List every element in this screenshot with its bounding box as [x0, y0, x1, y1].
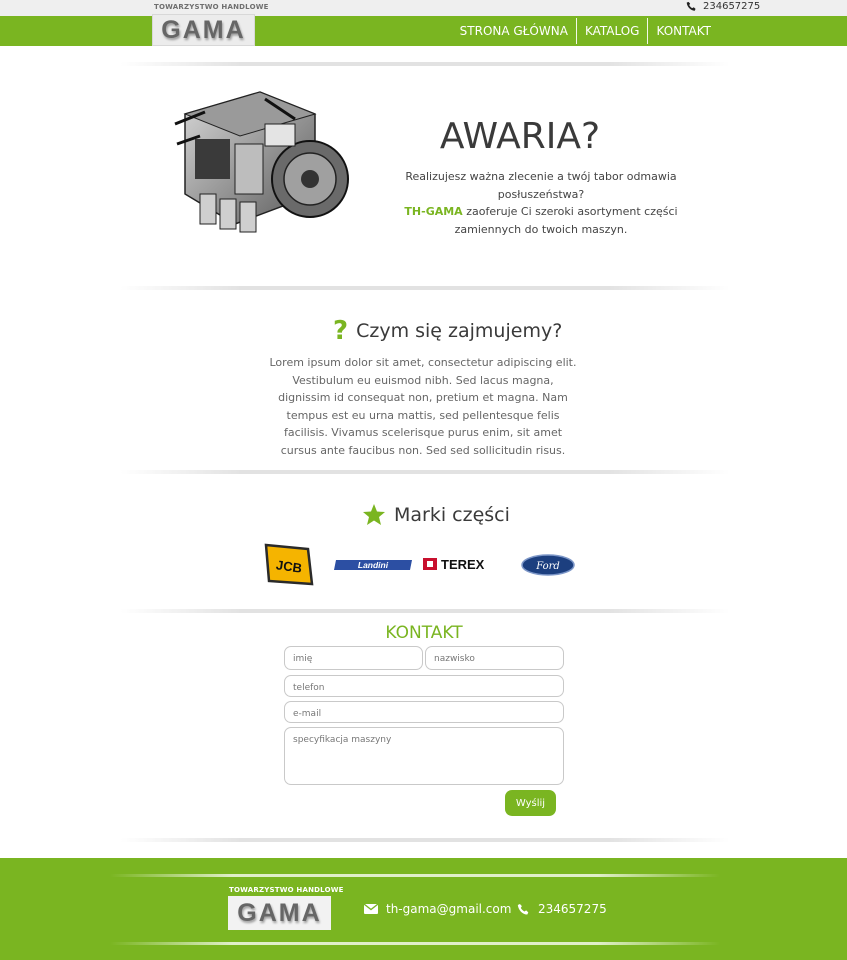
hero-text: Realizujesz ważna zlecenie a twój tabor …: [383, 168, 699, 238]
about-heading: ? Czym się zajmujemy?: [333, 318, 562, 344]
footer-logo[interactable]: TOWARZYSTWO HANDLOWE GAMA: [228, 886, 343, 930]
brands-heading: Marki części: [362, 503, 510, 526]
menu-item-contact[interactable]: KONTAKT: [648, 18, 719, 44]
logo-box: GAMA: [152, 14, 255, 46]
top-bar: 234657275: [0, 0, 847, 16]
brand-text-terex: TEREX: [441, 557, 485, 572]
footer-phone[interactable]: 234657275: [517, 902, 607, 916]
section-divider: [120, 286, 730, 290]
footer-divider: [110, 942, 720, 945]
phone-icon: [686, 1, 696, 11]
footer-email-text: th-gama@gmail.com: [386, 902, 512, 916]
phone-icon: [517, 903, 529, 914]
footer-logo-caption: TOWARZYSTWO HANDLOWE: [229, 886, 344, 894]
nav-bar: [0, 16, 847, 46]
menu-divider: [575, 18, 577, 44]
footer-divider: [110, 874, 720, 877]
question-icon: ?: [333, 316, 349, 346]
header-phone-number: 234657275: [703, 1, 761, 12]
menu-item-catalog[interactable]: KATALOG: [577, 18, 648, 44]
brand-text-landini: Landini: [358, 560, 389, 570]
brands-title: Marki części: [394, 503, 510, 526]
hero-text-line2: zaoferuje Ci szeroki asortyment części z…: [454, 205, 678, 236]
menu-item-home[interactable]: STRONA GŁÓWNA: [452, 18, 576, 44]
footer-email[interactable]: th-gama@gmail.com: [364, 902, 511, 916]
logo-caption: TOWARZYSTWO HANDLOWE: [154, 3, 269, 11]
footer-phone-text: 234657275: [538, 902, 607, 916]
section-divider: [120, 62, 730, 66]
phone-field[interactable]: telefon: [284, 675, 564, 697]
main-menu: STRONA GŁÓWNA KATALOG KONTAKT: [452, 18, 719, 44]
header-phone: 234657275: [686, 1, 760, 12]
footer: TOWARZYSTWO HANDLOWE GAMA th-gama@gmail.…: [0, 858, 847, 960]
envelope-icon: [364, 904, 378, 914]
menu-divider: [647, 18, 649, 44]
last-name-field[interactable]: nazwisko: [425, 646, 564, 670]
logo-word: GAMA: [161, 15, 246, 44]
brand-text-ford: Ford: [535, 561, 560, 572]
machine-spec-field[interactable]: specyfikacja maszyny: [284, 727, 564, 785]
contact-title: KONTAKT: [385, 623, 463, 643]
section-divider: [120, 838, 730, 842]
section-divider: [120, 470, 730, 474]
brand-logo-landini[interactable]: Landini: [334, 560, 412, 570]
hero-text-line1: Realizujesz ważna zlecenie a twój tabor …: [405, 170, 677, 201]
brand-logo-ford[interactable]: Ford: [521, 554, 575, 576]
brand-logos: JCB Landini TEREX Ford: [264, 543, 575, 586]
about-text: Lorem ipsum dolor sit amet, consectetur …: [269, 356, 577, 457]
email-field[interactable]: e-mail: [284, 701, 564, 723]
brand-logo-terex[interactable]: TEREX: [423, 557, 485, 572]
about-title: Czym się zajmujemy?: [356, 320, 563, 342]
hero-brand: TH-GAMA: [404, 205, 463, 218]
brand-logo-jcb[interactable]: JCB: [264, 543, 314, 586]
footer-logo-box: GAMA: [228, 896, 331, 930]
site-logo[interactable]: TOWARZYSTWO HANDLOWE GAMA: [152, 2, 268, 46]
engine-image: [174, 91, 349, 233]
hero-title: AWARIA?: [439, 116, 601, 157]
footer-logo-word: GAMA: [237, 898, 322, 927]
star-icon: [363, 504, 385, 525]
send-button[interactable]: Wyślij: [505, 790, 556, 816]
section-divider: [120, 609, 730, 613]
first-name-field[interactable]: imię: [284, 646, 423, 670]
